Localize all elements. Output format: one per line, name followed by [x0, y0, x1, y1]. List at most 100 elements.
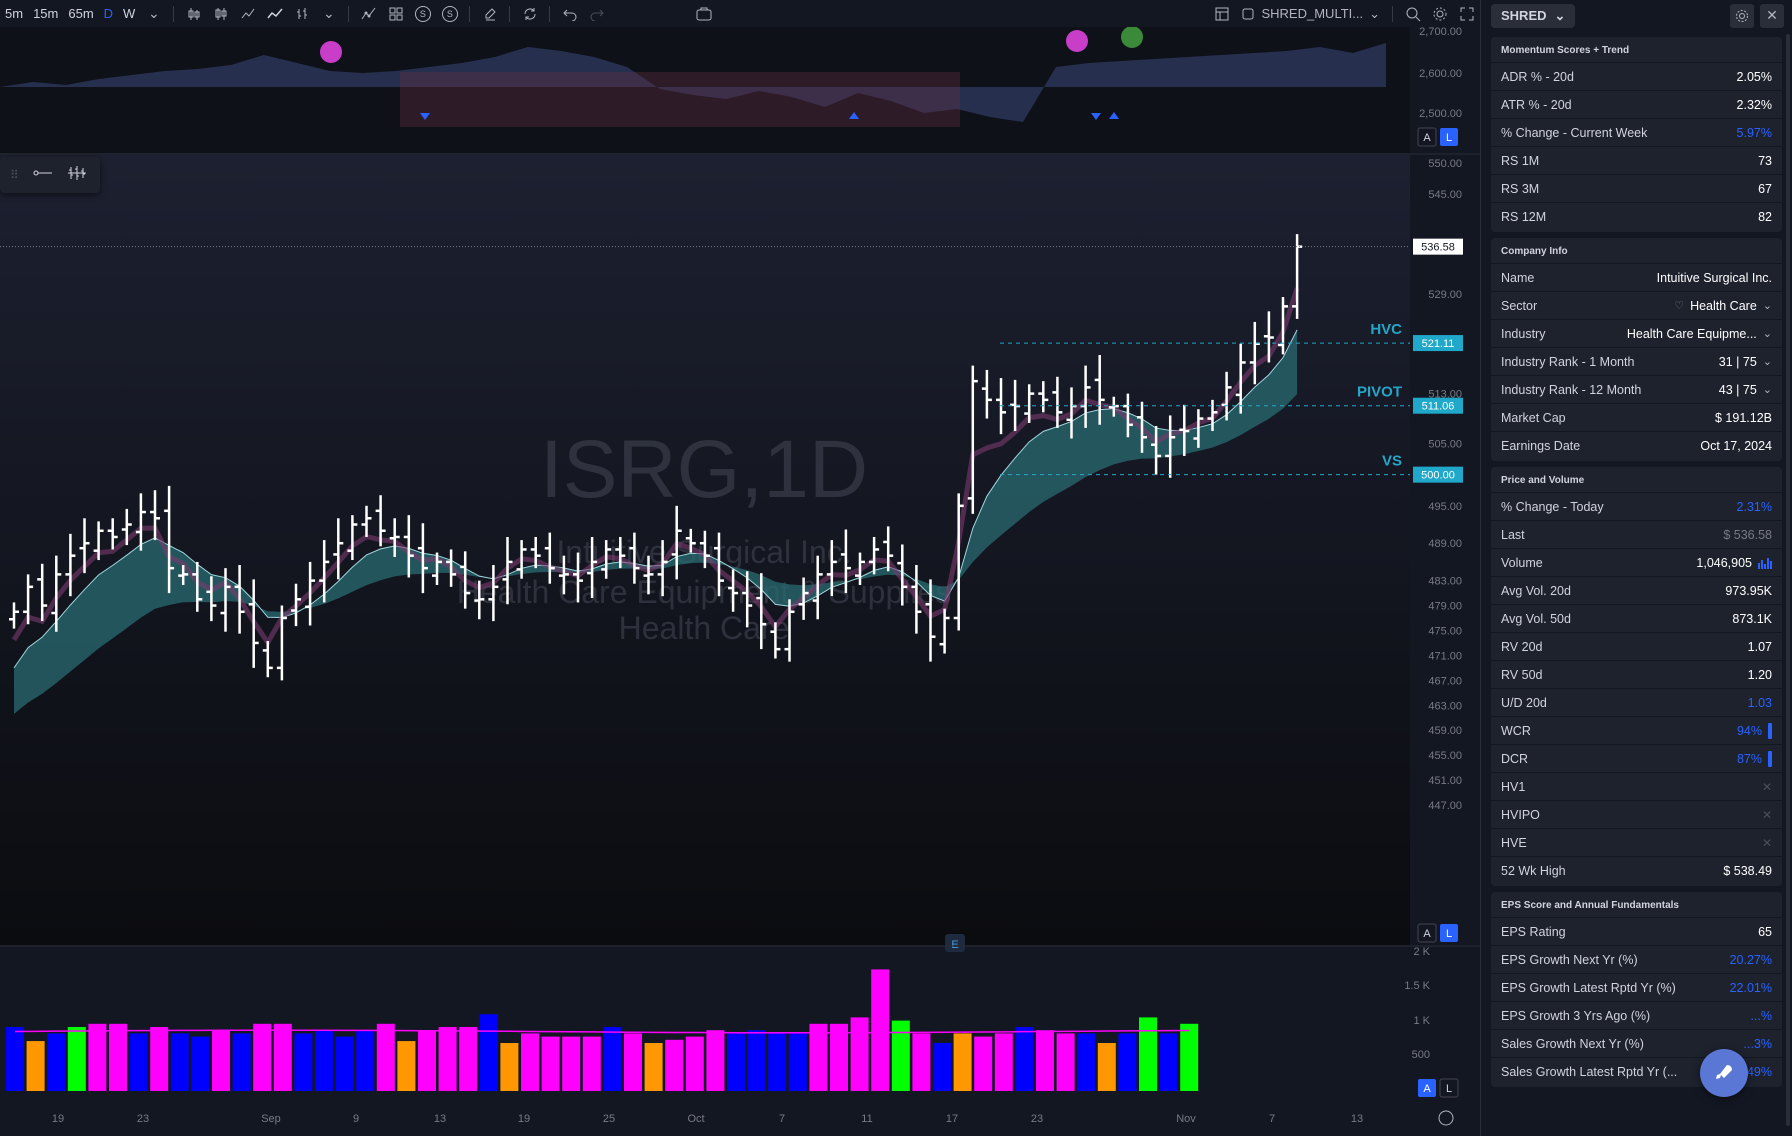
top-toolbar: 5m 15m 65m D W ⌄ ⌄ S S SHRED_MULTI... ⌄: [0, 0, 1480, 27]
symbol-selector[interactable]: SHRED ⌄: [1491, 3, 1576, 28]
divider: [549, 5, 551, 22]
panel-row[interactable]: Industry Health Care Equipme... ⌄: [1491, 319, 1782, 347]
hollow-candles-icon[interactable]: [207, 0, 234, 27]
panel-row[interactable]: Industry Rank - 1 Month 31 | 75 ⌄: [1491, 347, 1782, 375]
undo-icon[interactable]: [556, 0, 583, 27]
volume-bar: [273, 1023, 292, 1091]
panel-section: Price and Volume % Change - Today 2.31% Las…: [1491, 467, 1782, 886]
volume-bar: [67, 1027, 86, 1091]
panel-scrollbar[interactable]: [1786, 34, 1790, 1126]
row-value: 2.32%: [1737, 98, 1772, 112]
script-s-icon[interactable]: S: [436, 0, 463, 27]
script-s-icon[interactable]: S: [409, 0, 436, 27]
volume-bar: [788, 1033, 807, 1091]
drag-handle-icon[interactable]: ⠿: [10, 168, 19, 182]
row-label: 52 Wk High: [1501, 863, 1566, 878]
divider: [1392, 5, 1393, 22]
row-value-text: 67: [1758, 181, 1772, 196]
chevron-down-icon[interactable]: ⌄: [315, 0, 342, 27]
timeframe-15m[interactable]: 15m: [28, 0, 63, 27]
row-label: % Change - Current Week: [1501, 125, 1648, 140]
chart-area[interactable]: ISRG,1D Intuitive Surgical Inc. Health C…: [0, 26, 1480, 1136]
panel-row: HVIPO ✕: [1491, 800, 1782, 828]
section-title: Price and Volume: [1501, 475, 1585, 486]
panel-row: RS 3M 67: [1491, 174, 1782, 202]
volume-bar: [541, 1036, 560, 1091]
quick-search-icon[interactable]: [1399, 0, 1426, 27]
row-label: Earnings Date: [1501, 438, 1581, 453]
timeframe-65m[interactable]: 65m: [63, 0, 98, 27]
panel-row[interactable]: Sector ♡ Health Care ⌄: [1491, 291, 1782, 319]
bar-pattern-icon[interactable]: [67, 165, 87, 186]
volume-tick: 1 K: [1413, 1015, 1430, 1027]
divider: [469, 5, 471, 22]
chevron-down-icon[interactable]: ⌄: [140, 0, 167, 27]
eraser-icon[interactable]: [476, 0, 503, 27]
section-title: Company Info: [1501, 246, 1568, 257]
date-axis[interactable]: 19 23 Sep 9 13 19 25 Oct 7 11 17 23 Nov 7 13: [52, 1113, 1363, 1125]
volume-bar: [6, 1027, 24, 1091]
row-value-text: 1.20: [1747, 667, 1772, 682]
volume-bar: [88, 1023, 107, 1091]
bars-icon[interactable]: [288, 0, 315, 27]
panel-row: EPS Growth Next Yr (%) 20.27%: [1491, 945, 1782, 973]
row-value: ✕: [1762, 780, 1772, 794]
panel-row: Volume 1,046,905: [1491, 548, 1782, 576]
volume-tick: 500: [1412, 1049, 1430, 1061]
timeframe-5m[interactable]: 5m: [0, 0, 28, 27]
line-markers-icon[interactable]: [261, 0, 288, 27]
panel-row[interactable]: Industry Rank - 12 Month 43 | 75 ⌄: [1491, 375, 1782, 403]
settings-icon[interactable]: [1438, 1110, 1454, 1126]
signal-dot: [1121, 26, 1143, 48]
date-tick: 9: [353, 1113, 359, 1125]
row-value: Oct 17, 2024: [1700, 439, 1772, 453]
settings-icon[interactable]: [1730, 3, 1754, 28]
panel-row: % Change - Current Week 5.97%: [1491, 118, 1782, 146]
line-chart-icon[interactable]: [234, 0, 261, 27]
price-tick: 479.00: [1428, 601, 1462, 613]
range-indicator: [1768, 750, 1772, 767]
settings-icon[interactable]: [1426, 0, 1453, 27]
section-title: Momentum Scores + Trend: [1501, 45, 1630, 56]
volume-bar: [1097, 1043, 1116, 1091]
volume-bar: [562, 1036, 581, 1091]
row-label: EPS Rating: [1501, 924, 1566, 939]
redo-icon[interactable]: [583, 0, 610, 27]
panel-row: Earnings Date Oct 17, 2024: [1491, 431, 1782, 459]
volume-bar: [521, 1033, 539, 1091]
layout-icon[interactable]: [1208, 0, 1235, 27]
volume-bar: [1077, 1033, 1096, 1091]
close-icon[interactable]: ✕: [1760, 3, 1784, 28]
replay-icon[interactable]: [516, 0, 543, 27]
panel-row: Avg Vol. 20d 973.95K: [1491, 576, 1782, 604]
price-chart[interactable]: ISRG,1D Intuitive Surgical Inc. Health C…: [0, 26, 1480, 1136]
templates-icon[interactable]: [382, 0, 409, 27]
volume-bar: [212, 1030, 230, 1091]
price-tick: 475.00: [1428, 625, 1462, 637]
timeframe-d[interactable]: D: [99, 0, 118, 27]
scale-buttons-upper[interactable]: A L: [1417, 127, 1458, 147]
row-label: HV1: [1501, 779, 1526, 794]
fullscreen-icon[interactable]: [1453, 0, 1480, 27]
volume-bar: [438, 1027, 457, 1091]
scale-buttons-main[interactable]: A L: [1417, 923, 1458, 943]
chevron-down-icon: ⌄: [1762, 356, 1772, 368]
scale-buttons-volume[interactable]: A L: [1418, 1078, 1459, 1098]
panel-row: RS 1M 73: [1491, 146, 1782, 174]
upper-tick: 2,500.00: [1419, 108, 1462, 120]
row-value: $ 538.49: [1723, 864, 1772, 878]
row-value-text: Health Care Equipme...: [1626, 326, 1757, 341]
drawing-float-toolbar: ⠿: [0, 157, 100, 193]
rocket-icon[interactable]: [1700, 1049, 1748, 1097]
horizontal-ray-icon[interactable]: [33, 166, 53, 184]
timeframe-w[interactable]: W: [118, 0, 140, 27]
price-axis[interactable]: 550.00 545.00 529.00 513.00 505.00 495.00 489.…: [1404, 26, 1462, 1061]
snapshot-icon[interactable]: [690, 0, 717, 27]
indicators-icon[interactable]: [355, 0, 382, 27]
volume-bar: [644, 1043, 663, 1091]
layout-selector[interactable]: SHRED_MULTI... ⌄: [1235, 6, 1386, 22]
candles-icon[interactable]: [180, 0, 207, 27]
volume-bar: [1056, 1033, 1075, 1091]
svg-text:L: L: [1446, 132, 1452, 144]
row-value: 873.1K: [1732, 612, 1772, 626]
